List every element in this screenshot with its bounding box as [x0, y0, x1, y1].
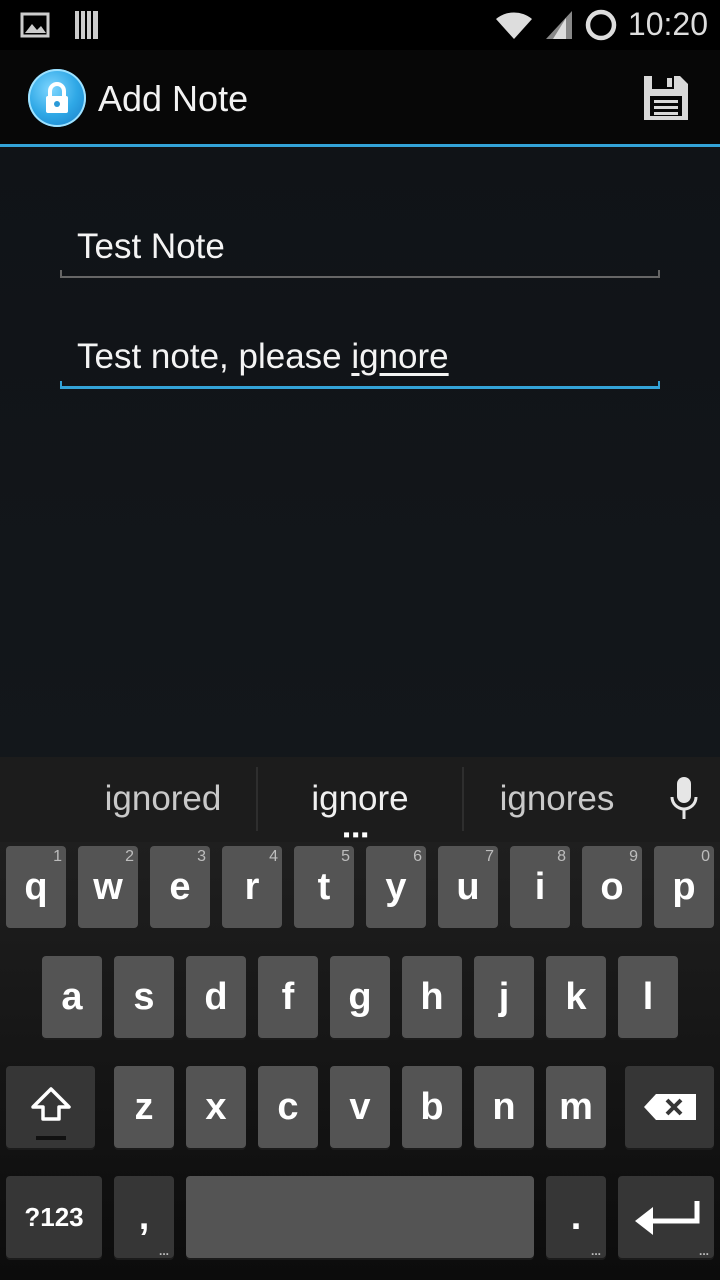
key-g[interactable]: g — [330, 956, 390, 1038]
key-t[interactable]: t5 — [294, 846, 354, 928]
key-b[interactable]: b — [402, 1066, 462, 1148]
comma-key[interactable]: ,... — [114, 1176, 174, 1258]
key-c[interactable]: c — [258, 1066, 318, 1148]
symbols-key[interactable]: ?123 — [6, 1176, 102, 1258]
period-key[interactable]: .... — [546, 1176, 606, 1258]
key-y[interactable]: y6 — [366, 846, 426, 928]
key-f[interactable]: f — [258, 956, 318, 1038]
key-x[interactable]: x — [186, 1066, 246, 1148]
key-i[interactable]: i8 — [510, 846, 570, 928]
key-a[interactable]: a — [42, 956, 102, 1038]
note-body-field[interactable]: Test note, please ignore — [60, 337, 660, 389]
suggestion-more-dots: ▪▪▪ — [343, 824, 371, 846]
app-lock-icon[interactable] — [28, 69, 86, 127]
note-body-text: Test note, please ignore — [60, 337, 660, 377]
space-key[interactable] — [186, 1176, 534, 1258]
backspace-key[interactable] — [625, 1066, 714, 1148]
soft-keyboard: ignored ignore ▪▪▪ ignores q1 w2 e3 r4 t… — [0, 757, 720, 1280]
title-underline — [60, 270, 660, 278]
key-o[interactable]: o9 — [582, 846, 642, 928]
suggestion-strip: ignored ignore ▪▪▪ ignores — [0, 757, 720, 846]
floppy-save-icon — [644, 76, 688, 120]
suggestion-1[interactable]: ignored — [70, 779, 256, 819]
barcode-icon — [75, 11, 98, 39]
note-form: Test Note Test note, please ignore — [0, 147, 720, 757]
shift-arrow-icon — [30, 1087, 71, 1121]
enter-key[interactable]: ... — [618, 1176, 714, 1258]
gallery-icon — [20, 12, 50, 38]
key-d[interactable]: d — [186, 956, 246, 1038]
key-p[interactable]: p0 — [654, 846, 714, 928]
key-h[interactable]: h — [402, 956, 462, 1038]
key-z[interactable]: z — [114, 1066, 174, 1148]
suggestion-3[interactable]: ignores — [464, 779, 650, 819]
shift-indicator — [36, 1136, 66, 1140]
key-u[interactable]: u7 — [438, 846, 498, 928]
note-title-text: Test Note — [77, 227, 225, 266]
signal-icon — [545, 10, 572, 39]
body-underline — [60, 381, 660, 389]
action-bar: Add Note — [0, 50, 720, 147]
note-title-field[interactable]: Test Note — [60, 227, 660, 278]
shift-key[interactable] — [6, 1066, 95, 1148]
wifi-icon — [495, 11, 532, 39]
note-body-prefix: Test note, please — [77, 337, 352, 376]
key-n[interactable]: n — [474, 1066, 534, 1148]
sync-icon — [585, 9, 617, 40]
backspace-icon — [643, 1094, 696, 1120]
key-l[interactable]: l — [618, 956, 678, 1038]
lock-icon — [46, 82, 68, 113]
suggestion-2[interactable]: ignore — [258, 779, 462, 819]
page-title: Add Note — [98, 78, 249, 119]
microphone-icon[interactable] — [668, 775, 700, 825]
key-m[interactable]: m — [546, 1066, 606, 1148]
status-bar: 10:20 — [0, 0, 720, 50]
save-button[interactable] — [642, 74, 690, 122]
key-s[interactable]: s — [114, 956, 174, 1038]
enter-arrow-icon — [635, 1201, 700, 1235]
key-r[interactable]: r4 — [222, 846, 282, 928]
status-time: 10:20 — [627, 6, 708, 42]
key-q[interactable]: q1 — [6, 846, 66, 928]
key-w[interactable]: w2 — [78, 846, 138, 928]
key-k[interactable]: k — [546, 956, 606, 1038]
key-j[interactable]: j — [474, 956, 534, 1038]
composing-word: ignore — [351, 337, 449, 376]
key-v[interactable]: v — [330, 1066, 390, 1148]
key-area: q1 w2 e3 r4 t5 y6 u7 i8 o9 p0 a s d f g … — [0, 842, 720, 1280]
key-e[interactable]: e3 — [150, 846, 210, 928]
